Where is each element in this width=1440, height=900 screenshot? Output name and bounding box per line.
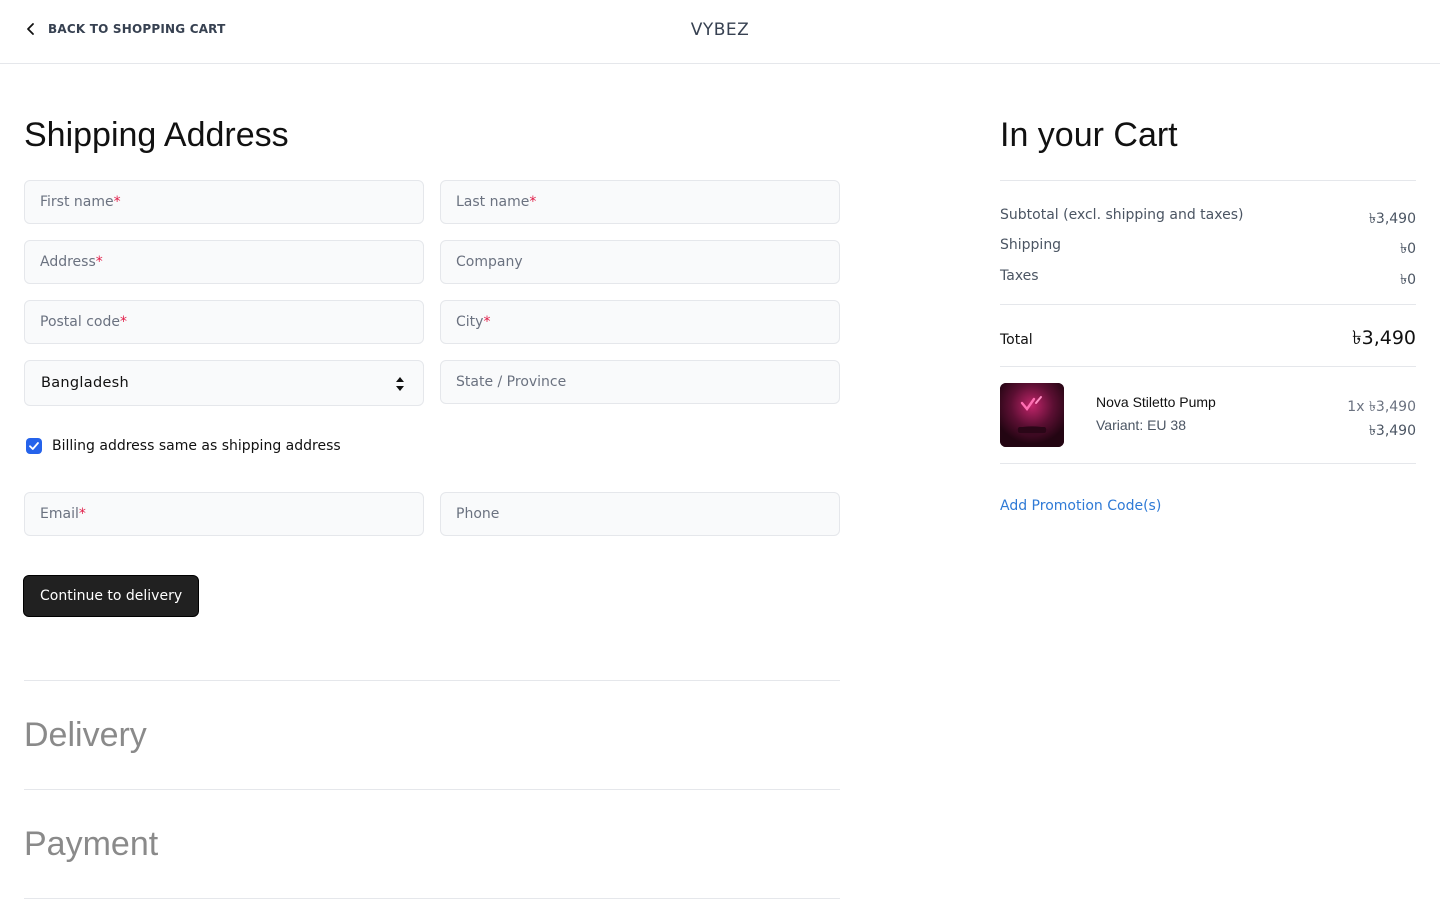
total-row: Total ৳3,490 [1000,324,1416,356]
shipping-label: Shipping [1000,237,1062,253]
divider [1000,366,1416,367]
country-value: Bangladesh [41,375,130,391]
taxes-value: ৳0 [1400,272,1416,288]
billing-same-checkbox[interactable] [26,438,42,454]
address-label: Address [40,254,96,270]
product-image-icon [1000,383,1064,447]
divider [24,898,840,899]
total-value: ৳3,490 [1352,327,1416,349]
product-thumbnail[interactable] [1000,383,1064,447]
last-name-label: Last name [456,194,530,210]
first-name-field[interactable]: First name* [24,180,424,224]
cart-item: Nova Stiletto Pump Variant: EU 38 1x ৳3,… [1000,383,1416,447]
billing-same-toggle[interactable]: Billing address same as shipping address [26,438,341,454]
divider [1000,180,1416,181]
email-label: Email [40,506,79,522]
divider [24,789,840,790]
brand-logo[interactable]: VYBEZ [0,20,1440,40]
divider [24,680,840,681]
required-mark: * [119,314,127,330]
email-field[interactable]: Email* [24,492,424,536]
payment-step-title: Payment [24,825,159,863]
divider [1000,463,1416,464]
select-caret-icon [396,377,404,391]
required-mark: * [95,254,103,270]
item-quantity: 1x ৳3,490 [1347,399,1416,415]
postal-code-label: Postal code [40,314,120,330]
top-bar: BACK TO SHOPPING CART VYBEZ [0,0,1440,64]
postal-code-field[interactable]: Postal code* [24,300,424,344]
continue-to-delivery-button[interactable]: Continue to delivery [23,575,200,617]
state-province-label: State / Province [456,374,567,390]
checkmark-icon [29,442,39,450]
divider [1000,304,1416,305]
billing-same-label: Billing address same as shipping address [52,438,341,454]
taxes-row: Taxes ৳0 [1000,268,1416,292]
taxes-label: Taxes [1000,268,1039,284]
required-mark: * [78,506,86,522]
state-province-field[interactable]: State / Province [440,360,840,404]
required-mark: * [483,314,491,330]
shipping-row: Shipping ৳0 [1000,237,1416,261]
city-label: City [456,314,484,330]
country-select[interactable]: Bangladesh [24,360,424,406]
last-name-field[interactable]: Last name* [440,180,840,224]
total-label: Total [1000,332,1033,348]
first-name-label: First name [40,194,114,210]
phone-label: Phone [456,506,500,522]
shipping-title: Shipping Address [24,116,289,154]
delivery-step-title: Delivery [24,716,147,754]
subtotal-label: Subtotal (excl. shipping and taxes) [1000,207,1244,223]
required-mark: * [529,194,537,210]
company-label: Company [456,254,523,270]
phone-field[interactable]: Phone [440,492,840,536]
cart-title: In your Cart [1000,116,1178,154]
item-price: ৳3,490 [1368,423,1416,439]
add-promotion-code-link[interactable]: Add Promotion Code(s) [1000,498,1161,514]
shipping-value: ৳0 [1400,241,1416,257]
item-variant: Variant: EU 38 [1096,417,1187,433]
city-field[interactable]: City* [440,300,840,344]
subtotal-row: Subtotal (excl. shipping and taxes) ৳3,4… [1000,207,1416,231]
address-field[interactable]: Address* [24,240,424,284]
required-mark: * [113,194,121,210]
subtotal-value: ৳3,490 [1368,211,1416,227]
company-field[interactable]: Company [440,240,840,284]
item-name[interactable]: Nova Stiletto Pump [1096,394,1216,410]
